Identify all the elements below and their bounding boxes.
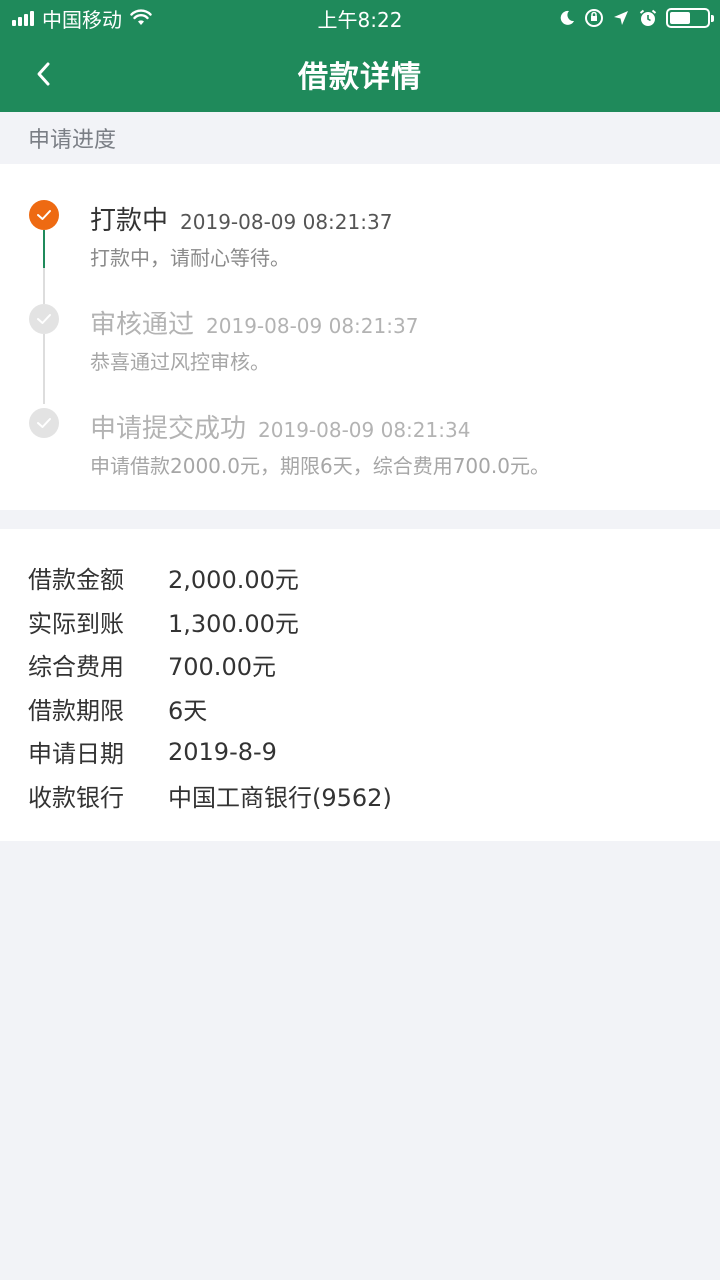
- check-icon: [29, 200, 59, 230]
- detail-label: 申请日期: [28, 740, 124, 769]
- progress-card: 打款中 2019-08-09 08:21:37 打款中，请耐心等待。 审核通过 …: [0, 164, 720, 510]
- alarm-icon: [639, 9, 657, 26]
- detail-label: 借款金额: [28, 566, 124, 595]
- step-title: 打款中: [90, 206, 169, 236]
- step-time: 2019-08-09 08:21:37: [206, 314, 419, 338]
- detail-value: 2019-8-9: [168, 737, 277, 766]
- carrier-label: 中国移动: [42, 7, 122, 32]
- location-icon: [614, 11, 628, 25]
- signal-strength-icon: [12, 10, 34, 26]
- detail-value: 6天: [168, 696, 208, 725]
- status-bar: 中国移动 上午8:22: [0, 0, 720, 36]
- detail-row-receiving-bank: 收款银行 中国工商银行(9562): [0, 774, 720, 818]
- detail-value: 2,000.00元: [168, 566, 299, 595]
- detail-label: 借款期限: [28, 696, 124, 725]
- detail-label: 收款银行: [28, 783, 124, 812]
- check-icon: [29, 408, 59, 438]
- section-header-progress: 申请进度: [28, 128, 117, 153]
- detail-row-received-amount: 实际到账 1,300.00元: [0, 600, 720, 644]
- step-title: 审核通过: [90, 310, 195, 340]
- detail-value: 1,300.00元: [168, 609, 299, 638]
- step-description: 申请借款2000.0元，期限6天，综合费用700.0元。: [90, 454, 550, 478]
- timeline-connector: [43, 230, 45, 268]
- step-title: 申请提交成功: [90, 414, 247, 444]
- wifi-icon: [130, 9, 152, 25]
- detail-label: 综合费用: [28, 653, 124, 682]
- detail-row-loan-amount: 借款金额 2,000.00元: [0, 556, 720, 600]
- loan-detail-card: 借款金额 2,000.00元 实际到账 1,300.00元 综合费用 700.0…: [0, 529, 720, 841]
- detail-row-apply-date: 申请日期 2019-8-9: [0, 730, 720, 774]
- battery-icon: [666, 8, 714, 28]
- detail-value: 700.00元: [168, 653, 276, 682]
- timeline-connector: [43, 334, 45, 404]
- nav-bar: 借款详情: [0, 36, 720, 112]
- step-time: 2019-08-09 08:21:34: [258, 418, 471, 442]
- detail-row-fees: 综合费用 700.00元: [0, 643, 720, 687]
- check-icon: [29, 304, 59, 334]
- detail-row-term: 借款期限 6天: [0, 687, 720, 731]
- step-time: 2019-08-09 08:21:37: [180, 210, 393, 234]
- rotation-lock-icon: [585, 9, 603, 27]
- detail-value: 中国工商银行(9562): [168, 783, 392, 812]
- step-description: 恭喜通过风控审核。: [90, 350, 270, 374]
- step-description: 打款中，请耐心等待。: [90, 246, 290, 270]
- chevron-left-icon: [37, 62, 50, 86]
- detail-label: 实际到账: [28, 609, 124, 638]
- moon-icon: [560, 10, 574, 25]
- page-title: 借款详情: [298, 60, 422, 95]
- back-button[interactable]: [24, 54, 64, 94]
- timeline-connector: [43, 268, 45, 304]
